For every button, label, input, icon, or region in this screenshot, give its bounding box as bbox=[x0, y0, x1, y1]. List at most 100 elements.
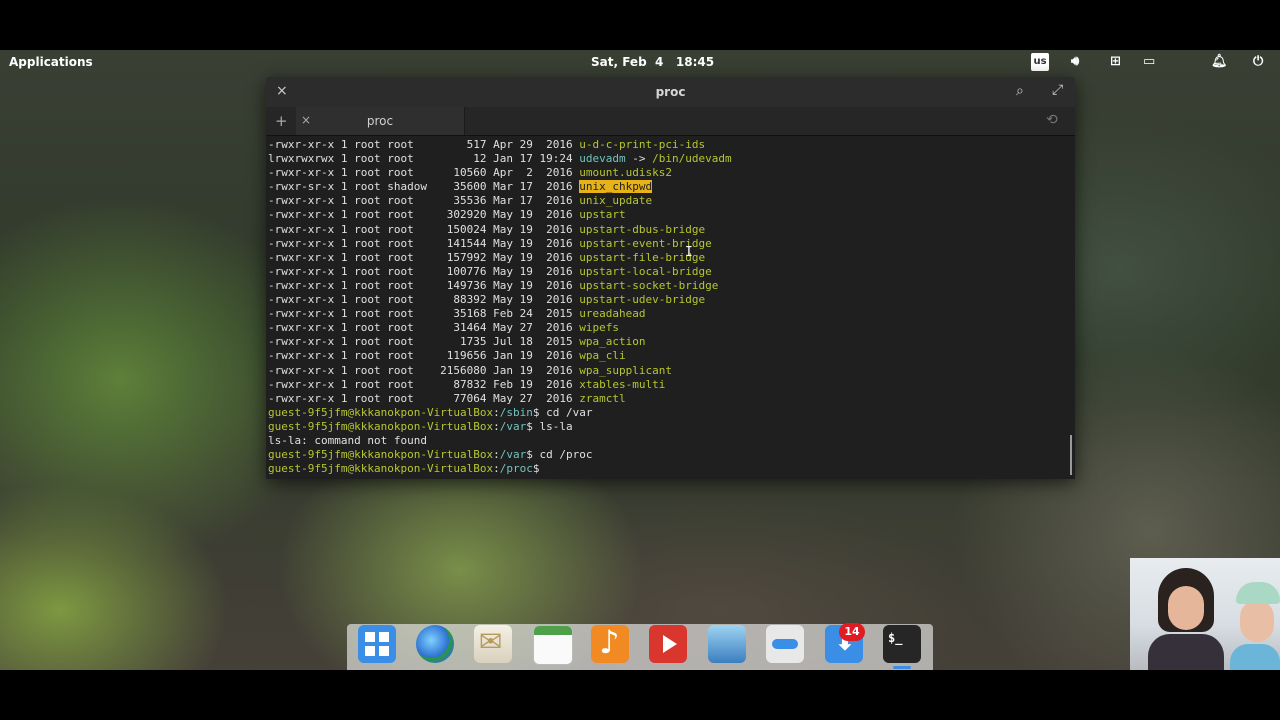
file-name: upstart bbox=[579, 208, 626, 222]
symlink-target: /bin/udevadm bbox=[652, 152, 732, 166]
history-icon[interactable]: ⟲ bbox=[1046, 112, 1058, 128]
file-meta: -rwxr-xr-x 1 root root 149736 May 19 201… bbox=[268, 278, 580, 292]
appcenter-update-badge: 14 bbox=[839, 623, 865, 641]
listing-line: -rwxr-xr-x 1 root root 119656 Jan 19 201… bbox=[268, 349, 1068, 363]
file-meta: -rwxr-sr-x 1 root shadow 35600 Mar 17 20… bbox=[268, 180, 580, 194]
listing-line: -rwxr-xr-x 1 root root 31464 May 27 2016… bbox=[268, 321, 1068, 335]
file-meta: -rwxr-xr-x 1 root root 31464 May 27 2016 bbox=[268, 321, 580, 335]
webcam-person bbox=[1230, 582, 1280, 670]
file-meta: -rwxr-xr-x 1 root root 119656 Jan 19 201… bbox=[268, 349, 580, 363]
dock-calendar[interactable] bbox=[533, 625, 573, 665]
file-name: udevadm bbox=[579, 152, 626, 166]
file-name: wpa_supplicant bbox=[579, 363, 672, 377]
file-name: unix_chkpwd bbox=[579, 180, 653, 194]
file-meta: -rwxr-xr-x 1 root root 157992 May 19 201… bbox=[268, 250, 580, 264]
volume-icon[interactable]: 🔊︎ bbox=[1071, 54, 1079, 72]
prompt-symbol: $ bbox=[532, 405, 540, 419]
listing-line: -rwxr-xr-x 1 root root 77064 May 27 2016… bbox=[268, 392, 1068, 406]
dock-running-indicator bbox=[893, 666, 911, 669]
prompt-symbol: $ bbox=[526, 448, 533, 462]
terminal-glyph: $_ bbox=[888, 631, 903, 645]
command-text: cd /var bbox=[539, 405, 593, 419]
dock-multitasking-view[interactable] bbox=[358, 625, 396, 663]
file-meta: -rwxr-xr-x 1 root root 302920 May 19 201… bbox=[268, 208, 580, 222]
date-time[interactable]: Sat, Feb 4 18:45 bbox=[591, 55, 714, 69]
person-body bbox=[1230, 644, 1280, 670]
listing-line: -rwxr-xr-x 1 root root 302920 May 19 201… bbox=[268, 208, 1068, 222]
dock-photos[interactable] bbox=[708, 625, 746, 663]
search-icon[interactable]: ⌕ bbox=[1016, 83, 1024, 99]
listing-line: -rwxr-xr-x 1 root root 2156080 Jan 19 20… bbox=[268, 364, 1068, 378]
prompt-symbol: $ bbox=[532, 462, 540, 476]
prompt-cwd: /sbin bbox=[499, 405, 533, 419]
file-name: ureadahead bbox=[579, 307, 646, 321]
prompt-user: guest-9f5jfm@kkkanokpon-VirtualBox bbox=[268, 448, 494, 462]
scrollbar[interactable] bbox=[1070, 435, 1072, 475]
notifications-icon[interactable]: 🔔︎ bbox=[1211, 54, 1228, 72]
listing-line: -rwxr-xr-x 1 root root 141544 May 19 201… bbox=[268, 237, 1068, 251]
dock-mail[interactable] bbox=[474, 625, 512, 663]
power-icon[interactable]: ⏻ bbox=[1253, 54, 1263, 72]
keyboard-layout-indicator[interactable]: us bbox=[1031, 53, 1049, 71]
output-text: ls-la: command not found bbox=[268, 433, 427, 447]
prompt-cwd: /var bbox=[499, 419, 527, 433]
file-meta: -rwxr-xr-x 1 root root 150024 May 19 201… bbox=[268, 222, 580, 236]
file-name: upstart-socket-bridge bbox=[579, 278, 719, 292]
file-meta: -rwxr-xr-x 1 root root 35536 Mar 17 2016 bbox=[268, 194, 580, 208]
dock-system-settings[interactable] bbox=[766, 625, 804, 663]
person-face bbox=[1168, 586, 1204, 630]
dock-music[interactable] bbox=[591, 623, 629, 663]
prompt-cwd: /var bbox=[499, 448, 527, 462]
webcam-person bbox=[1148, 568, 1224, 670]
terminal-window[interactable]: × proc ⌕ ⤢ + × proc ⟲ -rwxr-xr-x 1 root … bbox=[266, 77, 1075, 479]
listing-line: -rwxr-xr-x 1 root root 149736 May 19 201… bbox=[268, 279, 1068, 293]
file-meta: -rwxr-xr-x 1 root root 35168 Feb 24 2015 bbox=[268, 307, 580, 321]
terminal-output[interactable]: -rwxr-xr-x 1 root root 517 Apr 29 2016 u… bbox=[268, 138, 1068, 476]
listing-line: -rwxr-xr-x 1 root root 517 Apr 29 2016 u… bbox=[268, 138, 1068, 152]
file-name: wipefs bbox=[579, 321, 620, 335]
listing-line: -rwxr-xr-x 1 root root 157992 May 19 201… bbox=[268, 251, 1068, 265]
error-line: ls-la: command not found bbox=[268, 434, 1068, 448]
file-meta: -rwxr-xr-x 1 root root 2156080 Jan 19 20… bbox=[268, 363, 580, 377]
prompt-line: guest-9f5jfm@kkkanokpon-VirtualBox:/var$… bbox=[268, 448, 1068, 462]
network-icon[interactable]: ⊞ bbox=[1110, 54, 1121, 72]
prompt-user: guest-9f5jfm@kkkanokpon-VirtualBox bbox=[268, 462, 494, 476]
file-meta: -rwxr-xr-x 1 root root 141544 May 19 201… bbox=[268, 236, 580, 250]
titlebar[interactable]: × proc ⌕ ⤢ bbox=[266, 77, 1075, 107]
file-meta: -rwxr-xr-x 1 root root 100776 May 19 201… bbox=[268, 264, 580, 278]
battery-icon[interactable]: ▭ bbox=[1143, 54, 1155, 72]
file-name: upstart-local-bridge bbox=[579, 264, 712, 278]
listing-line: -rwxr-xr-x 1 root root 100776 May 19 201… bbox=[268, 265, 1068, 279]
listing-line: -rwxr-xr-x 1 root root 10560 Apr 2 2016 … bbox=[268, 166, 1068, 180]
applications-menu[interactable]: Applications bbox=[9, 55, 93, 69]
dock-videos[interactable] bbox=[649, 625, 687, 663]
file-meta: lrwxrwxrwx 1 root root 12 Jan 17 19:24 bbox=[268, 152, 580, 166]
prompt-line: guest-9f5jfm@kkkanokpon-VirtualBox:/var$… bbox=[268, 420, 1068, 434]
dock-web-browser[interactable] bbox=[416, 625, 454, 663]
prompt-sep: : bbox=[493, 419, 500, 433]
prompt-line: guest-9f5jfm@kkkanokpon-VirtualBox:/proc… bbox=[268, 462, 1068, 476]
symlink-arrow: -> bbox=[625, 152, 653, 166]
person-body bbox=[1148, 634, 1224, 670]
prompt-symbol: $ bbox=[526, 419, 533, 433]
prompt-cwd: /proc bbox=[499, 462, 533, 476]
file-meta: -rwxr-xr-x 1 root root 10560 Apr 2 2016 bbox=[268, 166, 580, 180]
file-name: xtables-multi bbox=[579, 377, 666, 391]
listing-line: -rwxr-xr-x 1 root root 1735 Jul 18 2015 … bbox=[268, 335, 1068, 349]
file-meta: -rwxr-xr-x 1 root root 517 Apr 29 2016 bbox=[268, 138, 580, 151]
file-name: wpa_action bbox=[579, 335, 646, 349]
tab-bar: + × proc ⟲ bbox=[266, 107, 1075, 136]
maximize-icon[interactable]: ⤢ bbox=[1052, 82, 1063, 98]
prompt-user: guest-9f5jfm@kkkanokpon-VirtualBox bbox=[268, 405, 494, 419]
top-panel: Applications Sat, Feb 4 18:45 us 🔊︎ ⊞ ▭ … bbox=[0, 50, 1280, 76]
command-text: cd /proc bbox=[532, 448, 593, 462]
prompt-line: guest-9f5jfm@kkkanokpon-VirtualBox:/sbin… bbox=[268, 406, 1068, 420]
listing-line: -rwxr-xr-x 1 root root 35536 Mar 17 2016… bbox=[268, 194, 1068, 208]
file-name: wpa_cli bbox=[579, 349, 626, 363]
new-tab-icon[interactable]: + bbox=[275, 112, 288, 130]
mouse-ibeam-cursor: I bbox=[685, 245, 693, 260]
listing-line: lrwxrwxrwx 1 root root 12 Jan 17 19:24 u… bbox=[268, 152, 1068, 166]
file-name: upstart-dbus-bridge bbox=[579, 222, 706, 236]
file-name: u-d-c-print-pci-ids bbox=[579, 138, 706, 151]
tab-proc[interactable]: × proc bbox=[296, 107, 465, 135]
